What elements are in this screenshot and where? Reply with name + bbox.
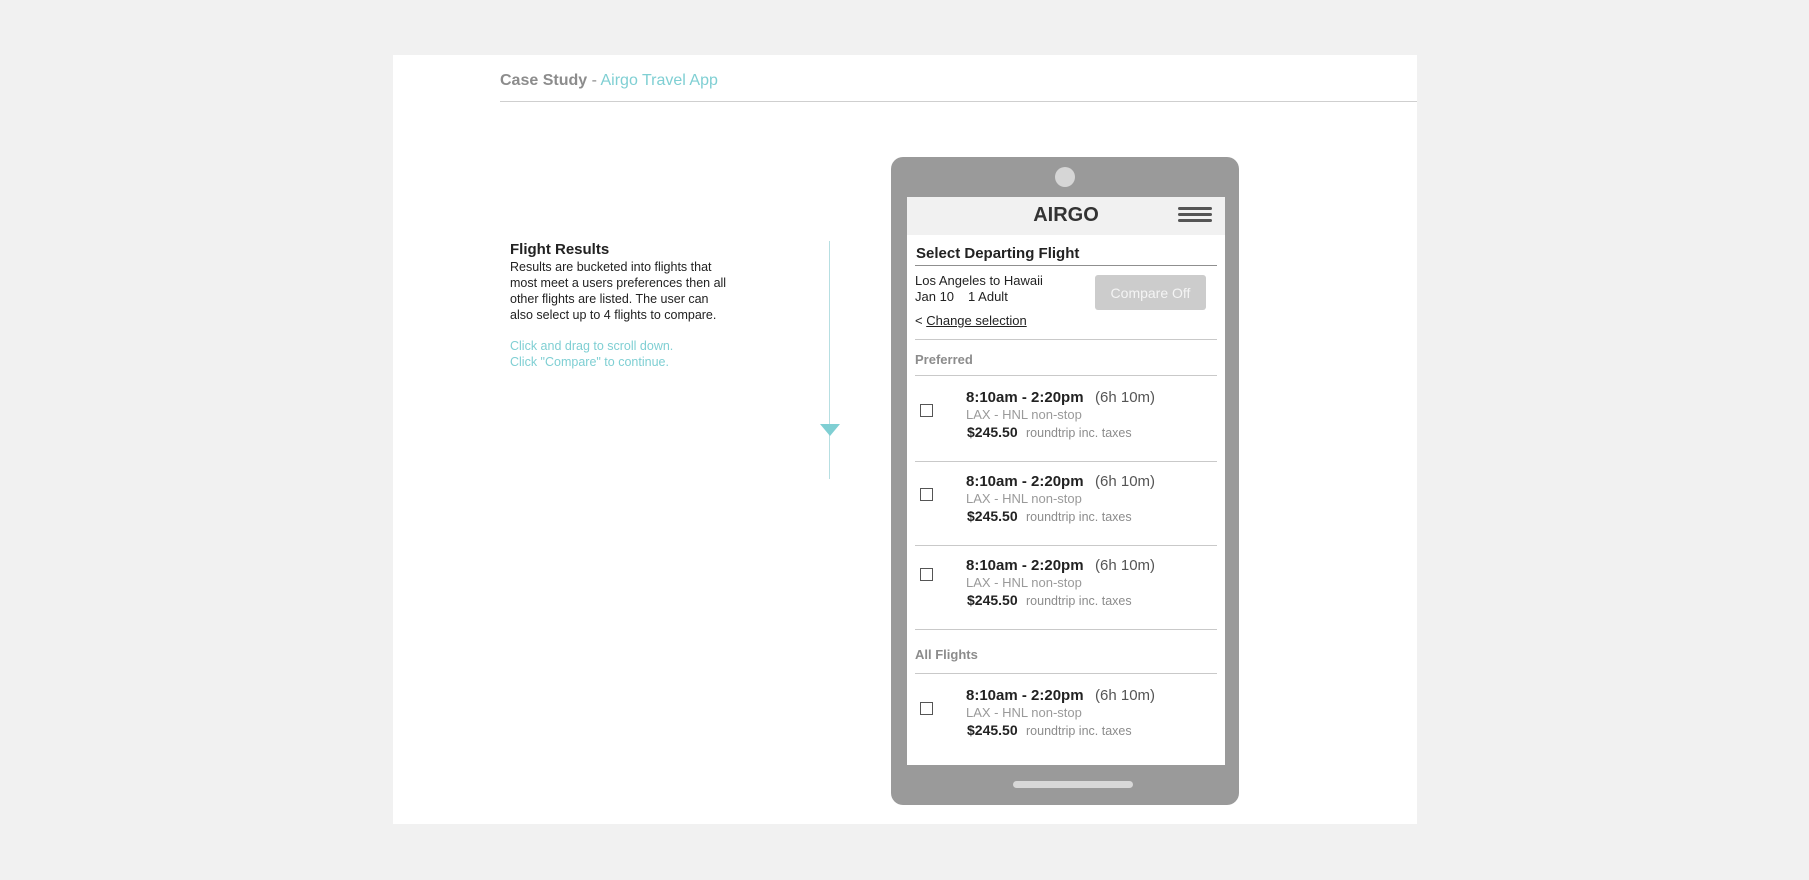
price-note: roundtrip inc. taxes [1026,594,1132,608]
price-note: roundtrip inc. taxes [1026,510,1132,524]
case-study-label: Case Study [500,72,588,89]
flight-duration: (6h 10m) [1095,687,1156,704]
app-bar: AIRGO [907,197,1225,235]
instruction-hint: Click and drag to scroll down. Click "Co… [510,338,730,370]
flight-airports: LAX - HNL non-stop [966,705,1082,720]
home-indicator [1013,781,1133,788]
flight-price: $245.50 [967,424,1018,440]
flight-times: 8:10am - 2:20pm [966,473,1084,490]
bucket-label-preferred: Preferred [915,352,973,367]
change-selection: < Change selection [915,313,1027,328]
flight-airports: LAX - HNL non-stop [966,407,1082,422]
compare-checkbox[interactable] [920,488,933,501]
hamburger-menu-icon[interactable] [1178,207,1212,227]
case-study-card: Case Study - Airgo Travel App Flight Res… [393,55,1417,824]
compare-checkbox[interactable] [920,404,933,417]
travel-date: Jan 10 [915,289,955,304]
flight-airports: LAX - HNL non-stop [966,491,1082,506]
flight-times: 8:10am - 2:20pm [966,687,1084,704]
flight-duration: (6h 10m) [1095,473,1156,490]
flight-times: 8:10am - 2:20pm [966,389,1084,406]
price-note: roundtrip inc. taxes [1026,426,1132,440]
scroll-down-arrow-icon [820,424,840,436]
app-name-label: Airgo Travel App [600,72,718,89]
section-title: Select Departing Flight [916,245,1080,262]
trip-details: Jan 10 1 Adult [915,289,1008,304]
flight-price: $245.50 [967,592,1018,608]
divider [915,339,1217,340]
phone-mockup: AIRGO Select Departing Flight Los Angele… [891,157,1239,805]
route-text: Los Angeles to Hawaii [915,273,1043,288]
hint-scroll: Click and drag to scroll down. [510,339,674,353]
flight-duration: (6h 10m) [1095,557,1156,574]
flight-card[interactable]: 8:10am - 2:20pm (6h 10m) LAX - HNL non-s… [915,376,1217,460]
flight-card[interactable]: 8:10am - 2:20pm (6h 10m) LAX - HNL non-s… [915,674,1217,758]
hint-compare: Click "Compare" to continue. [510,355,669,369]
compare-checkbox[interactable] [920,568,933,581]
flight-price: $245.50 [967,508,1018,524]
compare-button[interactable]: Compare Off [1095,275,1206,310]
header-separator: - [591,72,597,89]
flight-airports: LAX - HNL non-stop [966,575,1082,590]
description-body: Results are bucketed into flights that m… [510,260,727,322]
flight-card[interactable]: 8:10am - 2:20pm (6h 10m) LAX - HNL non-s… [915,460,1217,544]
flight-price: $245.50 [967,722,1018,738]
price-note: roundtrip inc. taxes [1026,724,1132,738]
change-selection-link[interactable]: Change selection [926,313,1026,328]
flight-times: 8:10am - 2:20pm [966,557,1084,574]
description-title: Flight Results [510,241,610,258]
divider [915,629,1217,630]
description-panel: Flight Results Results are bucketed into… [510,241,730,370]
flight-card[interactable]: 8:10am - 2:20pm (6h 10m) LAX - HNL non-s… [915,544,1217,628]
back-chevron-icon: < [915,313,923,328]
header-divider [500,101,1417,102]
passenger-count: 1 Adult [968,289,1008,304]
compare-checkbox[interactable] [920,702,933,715]
section-divider [915,265,1217,266]
bucket-label-all-flights: All Flights [915,647,978,662]
scroll-indicator-line [829,241,830,479]
case-study-header: Case Study - Airgo Travel App [500,72,718,90]
camera-icon [1055,167,1075,187]
flight-duration: (6h 10m) [1095,389,1156,406]
phone-screen[interactable]: AIRGO Select Departing Flight Los Angele… [907,197,1225,765]
